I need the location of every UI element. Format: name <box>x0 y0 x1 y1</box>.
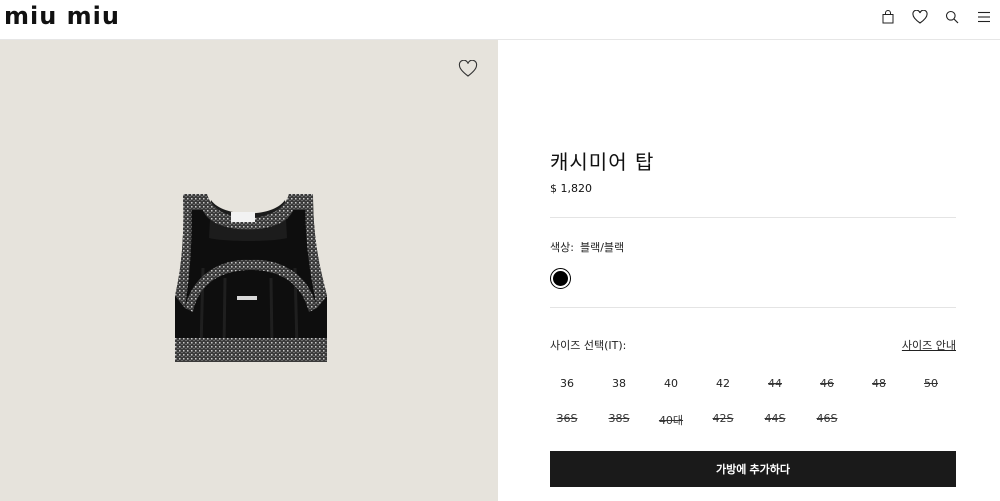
size-option-44S: 44S <box>764 412 786 425</box>
search-icon[interactable] <box>936 0 968 34</box>
bag-icon[interactable] <box>872 0 904 34</box>
color-label: 색상: 블랙/블랙 <box>550 239 624 255</box>
color-value: 블랙/블랙 <box>579 241 625 254</box>
size-option-36[interactable]: 36 <box>550 377 584 390</box>
product-image-panel <box>0 40 498 501</box>
size-option-36S: 36S <box>556 412 578 425</box>
size-option-40대: 40대 <box>658 414 684 427</box>
product-price: $ 1,820 <box>550 182 592 195</box>
size-option-42S: 42S <box>712 412 734 425</box>
size-row: 36S 38S 40대 42S 44S 46S <box>550 412 956 428</box>
add-to-bag-button[interactable]: 가방에 추가하다 <box>550 451 956 487</box>
size-option-48: 48 <box>872 377 886 390</box>
size-option-46: 46 <box>820 377 834 390</box>
size-option-44: 44 <box>768 377 782 390</box>
color-label-text: 색상: <box>550 241 574 254</box>
divider <box>550 217 956 218</box>
add-to-wishlist-heart-icon[interactable] <box>458 59 478 78</box>
size-select-label: 사이즈 선택(IT): <box>550 339 627 352</box>
size-option-46S: 46S <box>816 412 838 425</box>
size-option-38[interactable]: 38 <box>602 377 636 390</box>
size-row: 36 38 40 42 44 46 48 50 <box>550 377 956 393</box>
site-header: miu miu <box>0 0 1000 40</box>
menu-icon[interactable] <box>968 0 1000 34</box>
size-option-42[interactable]: 42 <box>706 377 740 390</box>
brand-logo[interactable]: miu miu <box>4 4 120 28</box>
size-option-38S: 38S <box>608 412 630 425</box>
size-option-50: 50 <box>924 377 938 390</box>
product-photo <box>175 194 327 362</box>
size-option-40[interactable]: 40 <box>654 377 688 390</box>
header-icons <box>872 0 1000 34</box>
size-guide-link[interactable]: 사이즈 안내 <box>902 337 956 353</box>
divider <box>550 307 956 308</box>
wishlist-heart-icon[interactable] <box>904 0 936 34</box>
color-swatch-black[interactable] <box>550 268 571 289</box>
product-title: 캐시미어 탑 <box>550 150 655 174</box>
